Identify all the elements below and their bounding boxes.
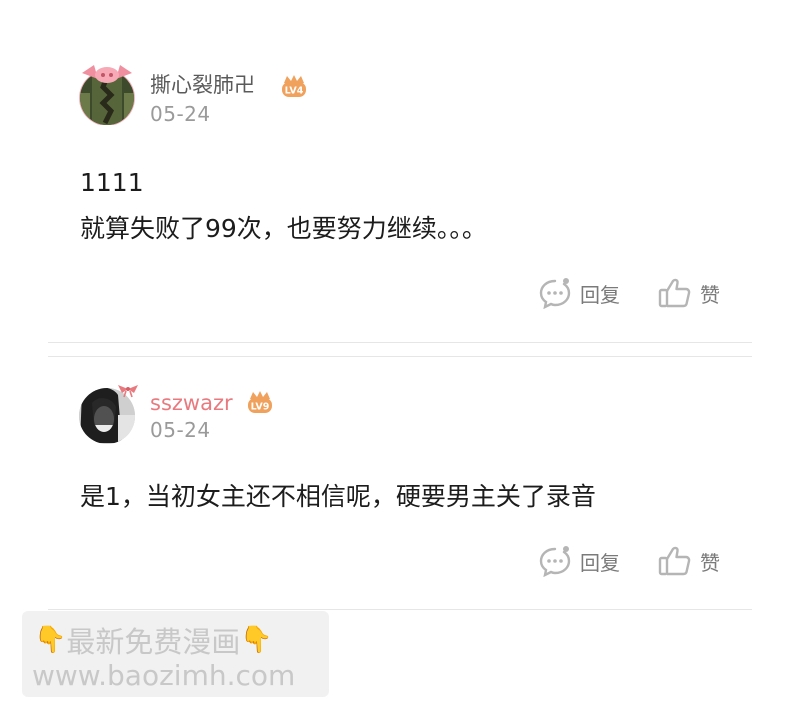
- reply-button[interactable]: 回复: [538, 277, 620, 309]
- watermark-title-text: 最新免费漫画: [66, 625, 241, 659]
- level-badge-icon: LV9: [246, 389, 274, 415]
- avatar-image: [79, 385, 138, 444]
- avatar-image: [79, 65, 135, 126]
- avatar[interactable]: [78, 385, 138, 444]
- comment-text-line: 就算失败了99次，也要努力继续。。。: [80, 214, 487, 243]
- comment-date: 05-24: [150, 102, 211, 126]
- divider: [48, 356, 752, 357]
- watermark: 👇 最新免费漫画 👇 www.baozimh.com: [22, 611, 329, 697]
- like-button[interactable]: 赞: [658, 545, 720, 577]
- pointing-down-hand-icon: 👇: [34, 625, 67, 655]
- like-button[interactable]: 赞: [658, 277, 720, 309]
- divider: [48, 342, 752, 343]
- reply-icon: [539, 546, 571, 577]
- watermark-title: 👇 最新免费漫画 👇: [34, 619, 273, 661]
- username[interactable]: sszwazr: [150, 390, 233, 416]
- avatar[interactable]: [76, 63, 138, 126]
- comment-item: 撕心裂肺卍 LV4 05-24 1111 就算失败了99次，也要努力继续。。。 …: [0, 0, 800, 345]
- reply-label: 回复: [580, 282, 620, 307]
- reply-label: 回复: [580, 550, 620, 575]
- divider: [48, 609, 752, 610]
- comment-date: 05-24: [150, 418, 211, 442]
- svg-text:LV4: LV4: [285, 86, 304, 97]
- watermark-url: www.baozimh.com: [32, 659, 296, 692]
- pointing-down-hand-icon: 👇: [240, 625, 273, 655]
- level-badge-icon: LV4: [280, 73, 308, 99]
- like-label: 赞: [700, 282, 720, 307]
- like-label: 赞: [700, 550, 720, 575]
- thumbs-up-icon: [658, 278, 691, 308]
- svg-text:LV9: LV9: [251, 402, 270, 413]
- reply-button[interactable]: 回复: [538, 545, 620, 577]
- username[interactable]: 撕心裂肺卍: [150, 72, 255, 98]
- comment-text-line: 是1，当初女主还不相信呢，硬要男主关了录音: [80, 482, 596, 511]
- comment-text-line: 1111: [80, 168, 144, 197]
- thumbs-up-icon: [658, 546, 691, 576]
- reply-icon: [539, 278, 571, 309]
- comment-item: sszwazr LV9 05-24 是1，当初女主还不相信呢，硬要男主关了录音 …: [0, 358, 800, 610]
